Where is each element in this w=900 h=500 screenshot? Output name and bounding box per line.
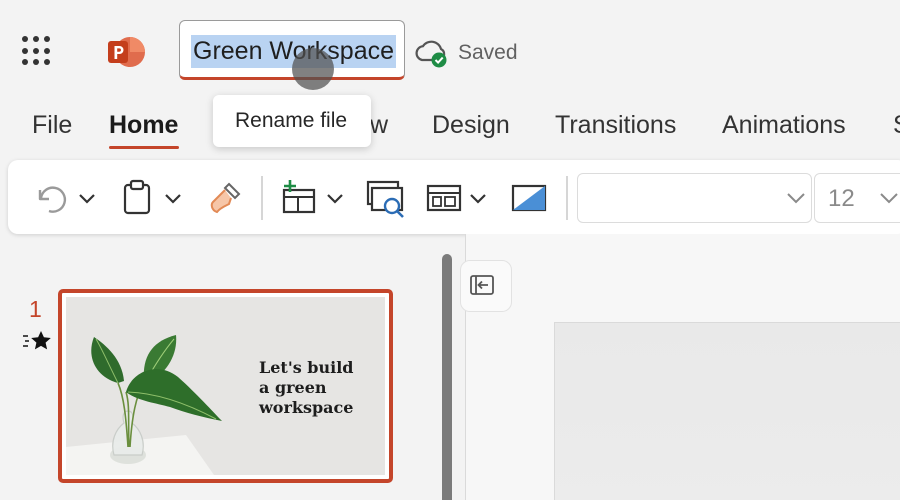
ribbon-separator [261,176,263,220]
undo-button[interactable] [34,176,104,220]
tab-design[interactable]: Design [432,110,510,140]
tab-slideshow-partial[interactable]: S [893,110,900,140]
mouse-cursor-indicator [292,48,334,90]
tab-home[interactable]: Home [109,110,178,140]
save-status-text: Saved [458,41,518,64]
tab-transitions[interactable]: Transitions [555,110,676,140]
tab-view-partial[interactable]: w [370,110,388,140]
new-slide-button[interactable] [278,176,348,220]
slide-canvas[interactable] [554,322,900,500]
collapse-left-icon [470,275,494,295]
tooltip-text: Rename file [235,109,348,132]
cloud-saved-icon [415,40,447,68]
collapse-pane-button[interactable] [460,260,512,312]
animation-star-icon [23,331,51,350]
slide-title-line: Let's build [259,358,354,377]
reuse-slides-icon[interactable] [364,176,408,220]
ribbon-separator [566,176,568,220]
active-tab-indicator [109,146,179,149]
slide-thumbnail-title: Let's build a green workspace [259,358,353,418]
font-family-select[interactable] [577,173,812,223]
slide-number: 1 [29,296,42,322]
paste-button[interactable] [120,176,190,220]
format-painter-icon[interactable] [205,176,245,220]
thumbnail-pane-scrollbar[interactable] [442,254,452,500]
tab-animations[interactable]: Animations [722,110,846,140]
chevron-down-icon[interactable] [878,188,900,208]
powerpoint-logo-icon [108,37,145,67]
slide-thumbnail-1[interactable]: Let's build a green workspace [58,289,393,483]
background-format-icon[interactable] [509,176,549,220]
tab-file[interactable]: File [32,110,72,140]
slide-title-line: a green [259,378,327,397]
slide-title-line: workspace [259,398,354,417]
layout-button[interactable] [423,176,493,220]
app-launcher-icon[interactable] [22,36,52,66]
slide-thumbnail-content: Let's build a green workspace [66,297,385,475]
chevron-down-icon[interactable] [785,188,807,208]
font-size-value: 12 [828,185,855,212]
